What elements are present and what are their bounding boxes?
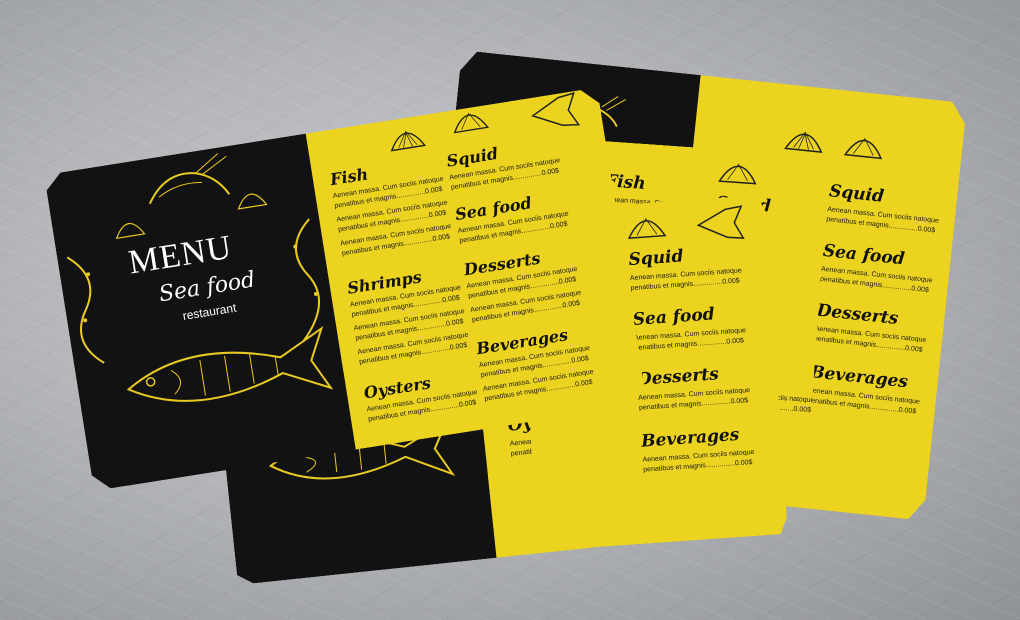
- scene: Fish Squid Aenean massa. Cum sociis nato…: [0, 0, 1020, 620]
- clam-icon: [717, 157, 759, 188]
- clam-icon: [843, 131, 886, 163]
- section-squid: Squid: [627, 246, 685, 271]
- clam-icon: [783, 124, 826, 156]
- clam-icon: [625, 212, 667, 243]
- fish-tail-icon: [695, 204, 747, 243]
